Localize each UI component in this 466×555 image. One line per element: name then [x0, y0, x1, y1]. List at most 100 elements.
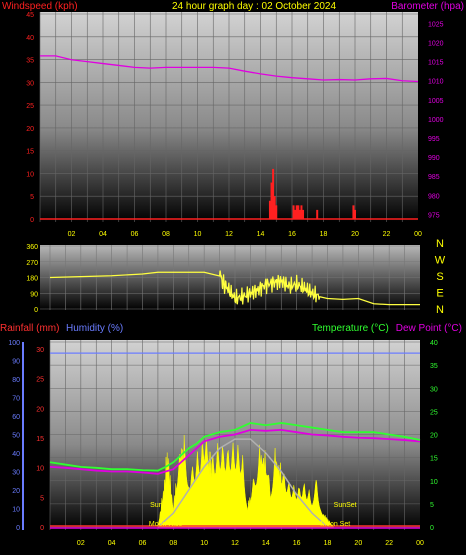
x-tick-label: 00 — [416, 540, 424, 547]
compass-label: S — [436, 271, 443, 283]
wind-bar — [354, 209, 356, 219]
x-tick-label: 16 — [293, 540, 301, 547]
temperature-tick-label: 20 — [430, 433, 438, 440]
direction-tick-label: 0 — [34, 307, 38, 314]
x-tick-label: 06 — [131, 231, 139, 238]
sunset-label: SunSet — [334, 502, 357, 509]
moonrise-label: Moon Rise — [149, 521, 183, 528]
x-tick-label: 04 — [108, 540, 116, 547]
humidity-tick-label: 60 — [12, 414, 20, 421]
weather-graph: Windspeed (kph) 24 hour graph day : 02 O… — [0, 1, 464, 547]
x-tick-label: 22 — [383, 231, 391, 238]
baro-tick-label: 1025 — [428, 21, 444, 28]
x-tick-label: 04 — [99, 231, 107, 238]
temperature-tick-label: 10 — [430, 479, 438, 486]
wind-baro-x-ticks: 02 04 06 08 10 12 14 16 18 20 22 00 — [68, 231, 422, 238]
direction-tick-label: 360 — [26, 244, 38, 251]
wind-tick-label: 30 — [26, 80, 34, 87]
rain-tick-label: 30 — [36, 347, 44, 354]
baro-axis-ticks: 975 980 985 990 995 1000 1005 1010 1015 1020 1025 — [428, 21, 444, 219]
wind-direction-panel: 090180270360 NWSEN — [26, 238, 445, 316]
humidity-tick-label: 0 — [16, 525, 20, 532]
temperature-tick-label: 25 — [430, 409, 438, 416]
compass-label: N — [436, 238, 444, 250]
wind-bar — [316, 209, 319, 219]
rain-tick-label: 5 — [40, 495, 44, 502]
humidity-tick-label: 50 — [12, 433, 20, 440]
baro-tick-label: 1015 — [428, 60, 444, 67]
baro-tick-label: 985 — [428, 174, 440, 181]
direction-tick-label: 180 — [26, 276, 38, 283]
wind-baro-panel: 051015202530354045 975980985990995100010… — [26, 12, 444, 238]
wind-tick-label: 20 — [26, 126, 34, 133]
wind-bar — [302, 209, 305, 219]
x-tick-label: 18 — [320, 231, 328, 238]
x-tick-label: 06 — [139, 540, 147, 547]
rainfall-axis-title: Rainfall (mm) — [0, 323, 59, 334]
rain-tick-label: 25 — [36, 377, 44, 384]
x-tick-label: 02 — [77, 540, 85, 547]
baro-tick-label: 1000 — [428, 117, 444, 124]
wind-tick-label: 5 — [30, 194, 34, 201]
x-tick-label: 14 — [262, 540, 270, 547]
humidity-tick-label: 80 — [12, 377, 20, 384]
baro-tick-label: 995 — [428, 136, 440, 143]
humidity-tick-label: 20 — [12, 488, 20, 495]
wind-tick-label: 10 — [26, 171, 34, 178]
temp-humidity-x-ticks: 02 04 06 08 10 12 14 16 18 20 22 00 — [77, 540, 424, 547]
wind-tick-label: 45 — [26, 12, 34, 19]
baro-axis-title: Barometer (hpa) — [391, 1, 464, 12]
rain-tick-label: 15 — [36, 436, 44, 443]
temperature-tick-label: 5 — [430, 502, 434, 509]
temperature-axis-ticks: 0 5 10 15 20 25 30 35 40 — [430, 340, 438, 532]
wind-tick-label: 40 — [26, 35, 34, 42]
x-tick-label: 14 — [257, 231, 265, 238]
x-tick-label: 10 — [200, 540, 208, 547]
wind-tick-label: 25 — [26, 103, 34, 110]
compass-label: W — [435, 255, 446, 267]
direction-tick-label: 270 — [26, 260, 38, 267]
humidity-tick-label: 90 — [12, 359, 20, 366]
humidity-tick-label: 100 — [8, 340, 20, 347]
compass-labels: NWSEN — [435, 238, 446, 316]
temperature-tick-label: 35 — [430, 363, 438, 370]
direction-tick-label: 90 — [30, 291, 38, 298]
compass-label: E — [436, 288, 443, 300]
x-tick-label: 00 — [414, 231, 422, 238]
humidity-tick-label: 70 — [12, 396, 20, 403]
rain-tick-label: 0 — [40, 525, 44, 532]
temperature-tick-label: 40 — [430, 340, 438, 347]
temperature-tick-label: 0 — [430, 525, 434, 532]
x-tick-label: 02 — [68, 231, 76, 238]
compass-label: N — [436, 304, 444, 316]
humidity-tick-label: 10 — [12, 507, 20, 514]
rain-tick-label: 20 — [36, 406, 44, 413]
x-tick-label: 08 — [162, 231, 170, 238]
x-tick-label: 12 — [231, 540, 239, 547]
wind-axis-title: Windspeed (kph) — [2, 1, 78, 12]
humidity-tick-label: 40 — [12, 451, 20, 458]
baro-tick-label: 1020 — [428, 41, 444, 48]
wind-tick-label: 0 — [30, 217, 34, 224]
rain-tick-label: 10 — [36, 466, 44, 473]
baro-tick-label: 975 — [428, 212, 440, 219]
x-tick-label: 22 — [385, 540, 393, 547]
baro-tick-label: 1005 — [428, 98, 444, 105]
x-tick-label: 20 — [351, 231, 359, 238]
humidity-tick-label: 30 — [12, 470, 20, 477]
x-tick-label: 12 — [225, 231, 233, 238]
baro-tick-label: 990 — [428, 155, 440, 162]
wind-tick-label: 15 — [26, 149, 34, 156]
baro-tick-label: 1010 — [428, 79, 444, 86]
temperature-tick-label: 30 — [430, 386, 438, 393]
chart-title: 24 hour graph day : 02 October 2024 — [172, 1, 336, 12]
humidity-axis-ticks: 0 10 20 30 40 50 60 70 80 90 100 — [8, 340, 24, 532]
x-tick-label: 08 — [169, 540, 177, 547]
baro-tick-label: 980 — [428, 193, 440, 200]
temperature-axis-title: Temperature (°C) — [312, 323, 389, 334]
wind-tick-label: 35 — [26, 58, 34, 65]
x-tick-label: 16 — [288, 231, 296, 238]
x-tick-label: 18 — [324, 540, 332, 547]
dewpoint-axis-title: Dew Point (°C) — [396, 323, 462, 334]
wind-axis-ticks: 0 5 10 15 20 25 30 35 40 45 — [26, 12, 34, 224]
